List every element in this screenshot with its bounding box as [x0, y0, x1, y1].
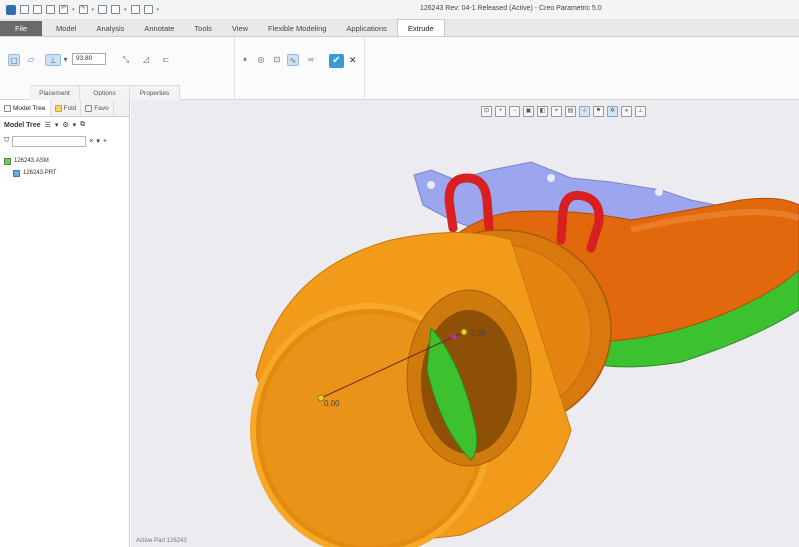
close-window-icon[interactable]	[130, 5, 140, 14]
tab-extrude[interactable]: Extrude	[396, 19, 445, 36]
model-tree-header: Model Tree ☰ ▾ ⚙ ▾ ⧉	[0, 117, 129, 133]
cancel-close-icon[interactable]: ✕	[349, 55, 357, 66]
tree-search-input[interactable]	[12, 135, 87, 147]
dimension-label-inner[interactable]: 0.09	[470, 329, 486, 338]
tab-folder-browser[interactable]: Fold	[51, 100, 82, 116]
customize-dropdown-icon[interactable]: ▾	[157, 7, 160, 13]
filter-icon[interactable]: ⛉	[4, 137, 9, 145]
preview-group: ⏸ ◎ ⊡ ∿ ∞ ✔ ✕	[235, 37, 365, 100]
tab-model-tree[interactable]: Model Tree	[0, 100, 51, 116]
tab-favorites[interactable]: Favo	[81, 100, 114, 116]
model-tree-title: Model Tree	[4, 121, 41, 129]
no-preview-icon[interactable]: ◎	[255, 54, 267, 66]
windows-icon[interactable]	[111, 5, 121, 14]
window-title: 126243 Rev: 04-1 Released (Active) - Cre…	[420, 5, 602, 12]
folder-icon	[54, 104, 62, 112]
tree-columns-dropdown-icon[interactable]: ▾	[55, 121, 59, 129]
open-icon[interactable]	[33, 5, 42, 14]
tree-item-part[interactable]: 126243.PRT	[4, 167, 125, 179]
attached-preview-icon[interactable]: ⊡	[271, 54, 283, 66]
verify-mode-icon[interactable]: ∞	[305, 54, 317, 66]
detached-preview-icon[interactable]: ∿	[287, 54, 299, 66]
depth-value-input[interactable]: 93.80	[72, 53, 106, 65]
flange-hole	[655, 188, 663, 196]
undo-icon[interactable]: ↶	[59, 5, 68, 14]
save-icon[interactable]	[46, 5, 55, 14]
ribbon-tabs: File Model Analysis Annotate Tools View …	[0, 19, 799, 37]
depth-dropdown-icon[interactable]: ▾	[61, 54, 70, 66]
extrude-ribbon: ▢ ▱ ⊥ ▾ 93.80 ⤡ ◿ ⊏ Placement Options Pr…	[0, 37, 799, 100]
assembly-icon	[4, 157, 11, 165]
tab-annotate[interactable]: Annotate	[134, 21, 184, 36]
part-icon	[13, 169, 20, 177]
center-point	[451, 334, 457, 340]
regenerate-icon[interactable]	[98, 5, 108, 14]
quick-access-toolbar: ↶ ▾ ↷ ▾ ▾ ▾	[0, 4, 160, 15]
tab-applications[interactable]: Applications	[336, 21, 396, 36]
windows-dropdown-icon[interactable]: ▾	[124, 7, 127, 13]
favorites-icon	[85, 104, 93, 112]
tab-file[interactable]: File	[0, 21, 42, 36]
app-logo-icon	[6, 4, 16, 15]
title-bar: ↶ ▾ ↷ ▾ ▾ ▾ 126243 Rev: 04-1 Released (A…	[0, 0, 799, 20]
ok-check-icon[interactable]: ✔	[329, 54, 344, 68]
tab-tools[interactable]: Tools	[184, 21, 222, 36]
depth-blind-icon[interactable]: ⊥	[45, 54, 61, 66]
tree-settings-dropdown-icon[interactable]: ▾	[73, 121, 77, 129]
model-tree-icon	[4, 104, 11, 112]
tree-item-assembly[interactable]: 126243.ASM	[4, 155, 125, 167]
search-dropdown-icon[interactable]: ▾	[96, 137, 100, 145]
flange-hole	[547, 174, 555, 182]
search-clear-icon[interactable]: ×	[89, 138, 93, 145]
tab-flexible-modeling[interactable]: Flexible Modeling	[258, 21, 336, 36]
graphics-window[interactable]: ⊡ + − ▣ ◧ ⌖ ▤ ⊹ ⚑ ✲ ⏸ ⊥ 0.00 0.09 Active…	[131, 100, 799, 547]
redo-dropdown-icon[interactable]: ▾	[92, 7, 95, 13]
flange-hole	[427, 181, 435, 189]
model-tree: 126243.ASM 126243.PRT	[0, 149, 129, 185]
tree-columns-icon[interactable]: ☰	[45, 121, 51, 129]
ribbon-subtabs: Placement Options Properties	[0, 85, 240, 100]
dimension-handle-inner[interactable]	[460, 328, 468, 336]
customize-icon[interactable]	[143, 5, 153, 14]
undo-dropdown-icon[interactable]: ▾	[72, 7, 75, 13]
navigator-tabs: Model Tree Fold Favo	[0, 100, 129, 117]
navigator-panel: Model Tree Fold Favo Model Tree ☰ ▾ ⚙ ▾ …	[0, 100, 130, 547]
new-icon[interactable]	[20, 5, 29, 14]
status-text: Active Part 126243	[136, 538, 187, 544]
thicken-sketch-icon[interactable]: ⊏	[160, 54, 172, 66]
subtab-properties[interactable]: Properties	[130, 85, 180, 100]
tab-analysis[interactable]: Analysis	[86, 21, 134, 36]
dimension-label-outer[interactable]: 0.00	[324, 399, 340, 408]
flip-direction-icon[interactable]: ⤡	[120, 54, 132, 66]
tree-search-row: ⛉ × ▾ +	[0, 133, 129, 149]
solid-icon[interactable]: ▢	[8, 54, 20, 66]
redo-icon[interactable]: ↷	[78, 5, 88, 14]
tree-settings-icon[interactable]: ⚙	[62, 121, 68, 129]
model-viewport: 0.00 0.09	[250, 161, 799, 547]
subtab-options[interactable]: Options	[80, 85, 130, 100]
tab-view[interactable]: View	[222, 21, 258, 36]
add-filter-icon[interactable]: +	[103, 138, 107, 145]
tree-filter-icon[interactable]: ⧉	[80, 121, 85, 129]
surface-icon[interactable]: ▱	[25, 54, 37, 66]
extrude-options-group: ▢ ▱ ⊥ ▾ 93.80 ⤡ ◿ ⊏ Placement Options Pr…	[0, 37, 235, 100]
subtab-placement[interactable]: Placement	[30, 85, 80, 100]
tab-model[interactable]: Model	[46, 21, 86, 36]
remove-material-icon[interactable]: ◿	[140, 54, 152, 66]
pause-icon[interactable]: ⏸	[239, 54, 251, 66]
